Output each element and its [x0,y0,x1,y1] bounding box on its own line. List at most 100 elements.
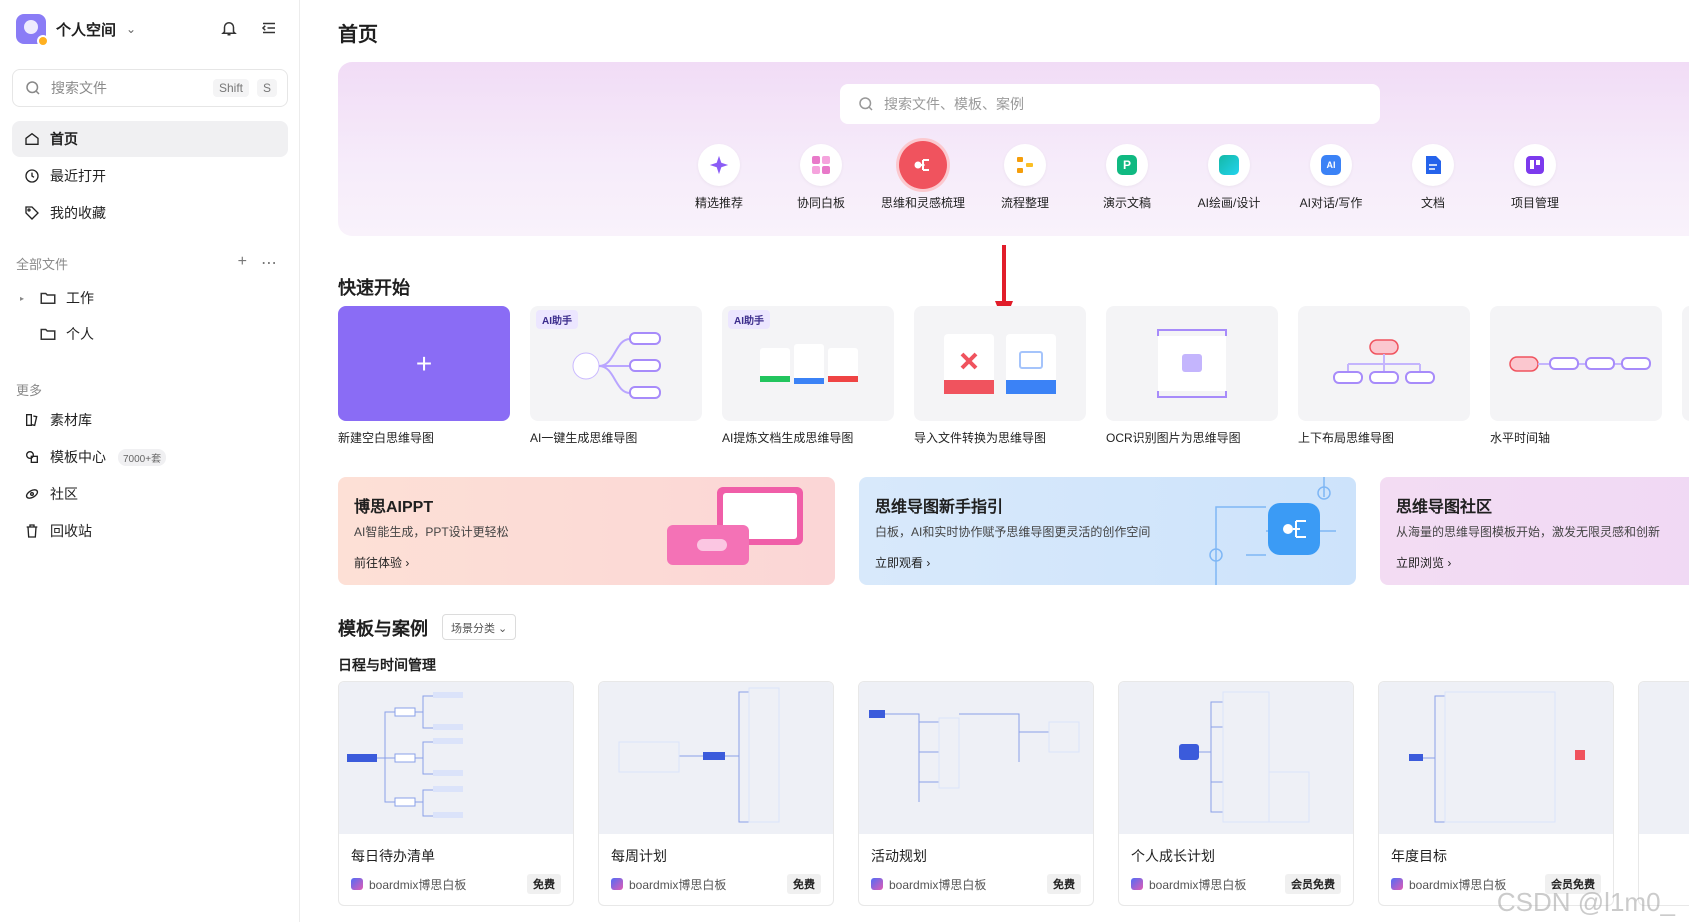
folder-work[interactable]: ▸ 工作 [20,280,288,316]
template-info: 每周计划 boardmix博思白板 免费 [599,834,833,905]
search-icon [23,78,43,98]
flowchart-icon [1004,144,1046,186]
template-icon [24,449,40,465]
folder-icon [38,324,58,344]
quick-thumb [914,306,1086,421]
clock-icon [24,168,40,184]
bell-icon[interactable] [219,18,239,38]
quick-label: OCR识别图片为思维导图 [1106,431,1241,445]
kanban-icon [1514,144,1556,186]
main-content: 首页 搜索文件、模板、案例 精选推荐 协同白板 思维和灵感梳理 流程整理 P 演… [300,0,1689,922]
template-name: 个人成长计划 [1131,848,1215,864]
quick-new-blank[interactable]: + 新建空白思维导图 [338,306,510,446]
category-label: 文档 [1420,196,1445,210]
quick-thumb [1490,306,1662,421]
brand-label: boardmix博思白板 [1409,877,1507,892]
template-card[interactable]: 年度目标 boardmix博思白板 会员免费 [1378,681,1614,906]
banner-aippt[interactable]: 博思AIPPT AI智能生成，PPT设计更轻松 前往体验 › [338,477,835,585]
quick-ai-document[interactable]: AI助手 AI提炼文档生成思维导图 [722,306,894,446]
quick-import-file[interactable]: 导入文件转换为思维导图 [914,306,1086,446]
scene-filter-dropdown[interactable]: 场景分类 ⌄ [442,614,517,640]
community-icon [24,486,40,502]
sparkle-icon [698,144,740,186]
add-icon[interactable]: + [238,253,247,273]
quick-more-partial[interactable] [1682,306,1689,446]
nav-label: 回收站 [50,523,92,539]
nav-item-trash[interactable]: 回收站 [12,513,288,549]
banner-link[interactable]: 立即观看 › [875,554,930,571]
nav-item-library[interactable]: 素材库 [12,402,288,438]
template-thumbnail [1639,682,1689,834]
price-badge: 免费 [787,874,821,894]
banner-community[interactable]: 思维导图社区 从海量的思维导图模板开始，激发无限灵感和创新 立即浏览 › [1380,477,1689,585]
banner-link[interactable]: 立即浏览 › [1396,554,1451,571]
hero-search-input[interactable]: 搜索文件、模板、案例 [840,84,1380,124]
category-label: AI绘画/设计 [1197,196,1261,210]
nav-item-templates[interactable]: 模板中心 7000+套 [12,439,288,475]
price-badge: 会员免费 [1285,874,1341,894]
quick-top-down[interactable]: 上下布局思维导图 [1298,306,1470,446]
template-name: 每日待办清单 [351,848,435,864]
ai-assistant-tag: AI助手 [536,310,578,329]
mindmap-thumbnail-icon [347,692,463,818]
banner-link[interactable]: 前往体验 › [354,554,409,571]
nav-item-home[interactable]: 首页 [12,121,288,157]
laptop-illustration-icon [667,487,803,565]
sidebar: 个人空间 ⌄ 搜索文件 Shift S 首页 最近打开 我的收藏 全部文件 + … [0,0,300,922]
banner-row: 博思AIPPT AI智能生成，PPT设计更轻松 前往体验 › 思维导图新手指引 … [338,477,1689,585]
template-card[interactable]: 个人成长计划 boardmix博思白板 会员免费 [1118,681,1354,906]
template-thumbnail [859,682,1093,834]
quick-ai-generate[interactable]: AI助手 AI一键生成思维导图 [530,306,702,446]
quick-label: AI一键生成思维导图 [530,431,638,445]
template-name: 活动规划 [871,848,927,864]
quick-label: 新建空白思维导图 [338,431,435,445]
org-chart-icon [1333,339,1435,384]
template-card[interactable]: 每周计划 boardmix博思白板 免费 [598,681,834,906]
folder-tree: ▸ 工作 个人 [20,280,288,352]
templates-subtitle: 日程与时间管理 [338,657,436,673]
all-files-title: 全部文件 [16,257,69,272]
category-ai-design[interactable]: AI绘画/设计 [1178,144,1280,211]
sidebar-top-actions [219,18,279,38]
category-label: AI对话/写作 [1299,196,1363,210]
template-info: 活动规划 boardmix博思白板 免费 [859,834,1093,905]
workspace-switcher[interactable]: 个人空间 ⌄ [16,14,136,47]
category-flow[interactable]: 流程整理 [974,144,1076,211]
category-whiteboard[interactable]: 协同白板 [770,144,872,211]
nav-label: 我的收藏 [50,205,106,221]
category-label: 流程整理 [1000,196,1049,210]
sidebar-search[interactable]: 搜索文件 Shift S [12,69,288,107]
category-label: 思维和灵感梳理 [880,196,965,210]
category-presentation[interactable]: P 演示文稿 [1076,144,1178,211]
quick-label: 上下布局思维导图 [1298,431,1395,445]
expand-arrow-icon[interactable]: ▸ [20,294,30,303]
nav-item-community[interactable]: 社区 [12,476,288,512]
nav-label: 最近打开 [50,168,106,184]
more-icon[interactable]: ⋯ [261,253,277,273]
category-mindmap[interactable]: 思维和灵感梳理 [872,141,974,211]
nav-item-recent[interactable]: 最近打开 [12,158,288,194]
quick-start-title: 快速开始 [338,278,410,298]
quick-label: AI提炼文档生成思维导图 [722,431,854,445]
quick-timeline[interactable]: 水平时间轴 [1490,306,1662,446]
template-card[interactable]: 活动规划 boardmix博思白板 免费 [858,681,1094,906]
category-docs[interactable]: 文档 [1382,144,1484,211]
template-info: 每日待办清单 boardmix博思白板 免费 [339,834,573,905]
category-featured[interactable]: 精选推荐 [668,144,770,211]
folder-personal[interactable]: 个人 [20,316,288,352]
quick-ocr[interactable]: OCR识别图片为思维导图 [1106,306,1278,446]
nav-item-favorites[interactable]: 我的收藏 [12,195,288,231]
nav-label: 社区 [50,486,78,502]
collapse-sidebar-icon[interactable] [259,18,279,38]
boardmix-logo-icon [871,878,883,890]
template-meta: boardmix博思白板 免费 [351,874,561,894]
template-card[interactable]: 每日待办清单 boardmix博思白板 免费 [338,681,574,906]
quick-thumb: AI助手 [722,306,894,421]
banner-title: 思维导图社区 [1396,499,1493,516]
document-icon [1412,144,1454,186]
category-ai-chat[interactable]: AI AI对话/写作 [1280,144,1382,211]
category-project[interactable]: 项目管理 [1484,144,1586,211]
template-card-partial[interactable] [1638,681,1689,906]
banner-guide[interactable]: 思维导图新手指引 白板，AI和实时协作赋予思维导图更灵活的创作空间 立即观看 › [859,477,1356,585]
template-brand: boardmix博思白板 [351,876,466,893]
